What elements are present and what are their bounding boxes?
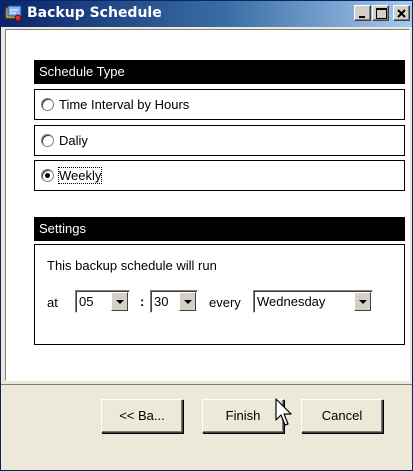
hour-select[interactable]: 05: [75, 290, 130, 313]
settings-panel: This backup schedule will run at 05 : 30…: [34, 244, 405, 345]
chevron-down-icon[interactable]: [179, 292, 196, 311]
backup-schedule-window: Backup Schedule Schedule Type Time Inter…: [0, 0, 413, 471]
finish-button[interactable]: Finish: [202, 399, 284, 433]
time-separator: :: [140, 294, 145, 309]
title-bar[interactable]: Backup Schedule: [1, 1, 412, 27]
schedule-type-header: Schedule Type: [34, 60, 405, 84]
close-icon[interactable]: [393, 5, 410, 21]
cancel-button[interactable]: Cancel: [301, 399, 383, 433]
minute-value: 30: [154, 294, 169, 309]
day-select[interactable]: Wednesday: [253, 290, 373, 313]
option-daily[interactable]: Daliy: [34, 125, 405, 156]
schedule-description: This backup schedule will run: [47, 258, 217, 273]
hour-value: 05: [79, 294, 94, 309]
backup-app-icon: [5, 5, 23, 22]
minute-select[interactable]: 30: [150, 290, 198, 313]
settings-header: Settings: [34, 217, 405, 241]
at-label: at: [47, 295, 58, 310]
content-panel: Schedule Type Time Interval by Hours Dal…: [5, 29, 410, 381]
radio-weekly[interactable]: [41, 169, 54, 182]
window-title: Backup Schedule: [27, 5, 162, 21]
maximize-icon[interactable]: [372, 5, 389, 21]
day-value: Wednesday: [257, 294, 326, 309]
every-label: every: [209, 295, 241, 310]
mouse-cursor-icon: [275, 398, 295, 428]
chevron-down-icon[interactable]: [354, 292, 371, 311]
minimize-icon[interactable]: [354, 5, 371, 21]
option-label: Time Interval by Hours: [59, 97, 190, 112]
back-button[interactable]: << Ba...: [101, 399, 183, 433]
option-time-interval[interactable]: Time Interval by Hours: [34, 89, 405, 120]
option-weekly[interactable]: Weekly: [34, 160, 405, 191]
button-bar: << Ba... Finish Cancel: [1, 384, 412, 470]
option-label: Daliy: [59, 133, 88, 148]
chevron-down-icon[interactable]: [111, 292, 128, 311]
radio-time-interval[interactable]: [41, 98, 54, 111]
option-label: Weekly: [57, 167, 103, 184]
radio-daily[interactable]: [41, 134, 54, 147]
